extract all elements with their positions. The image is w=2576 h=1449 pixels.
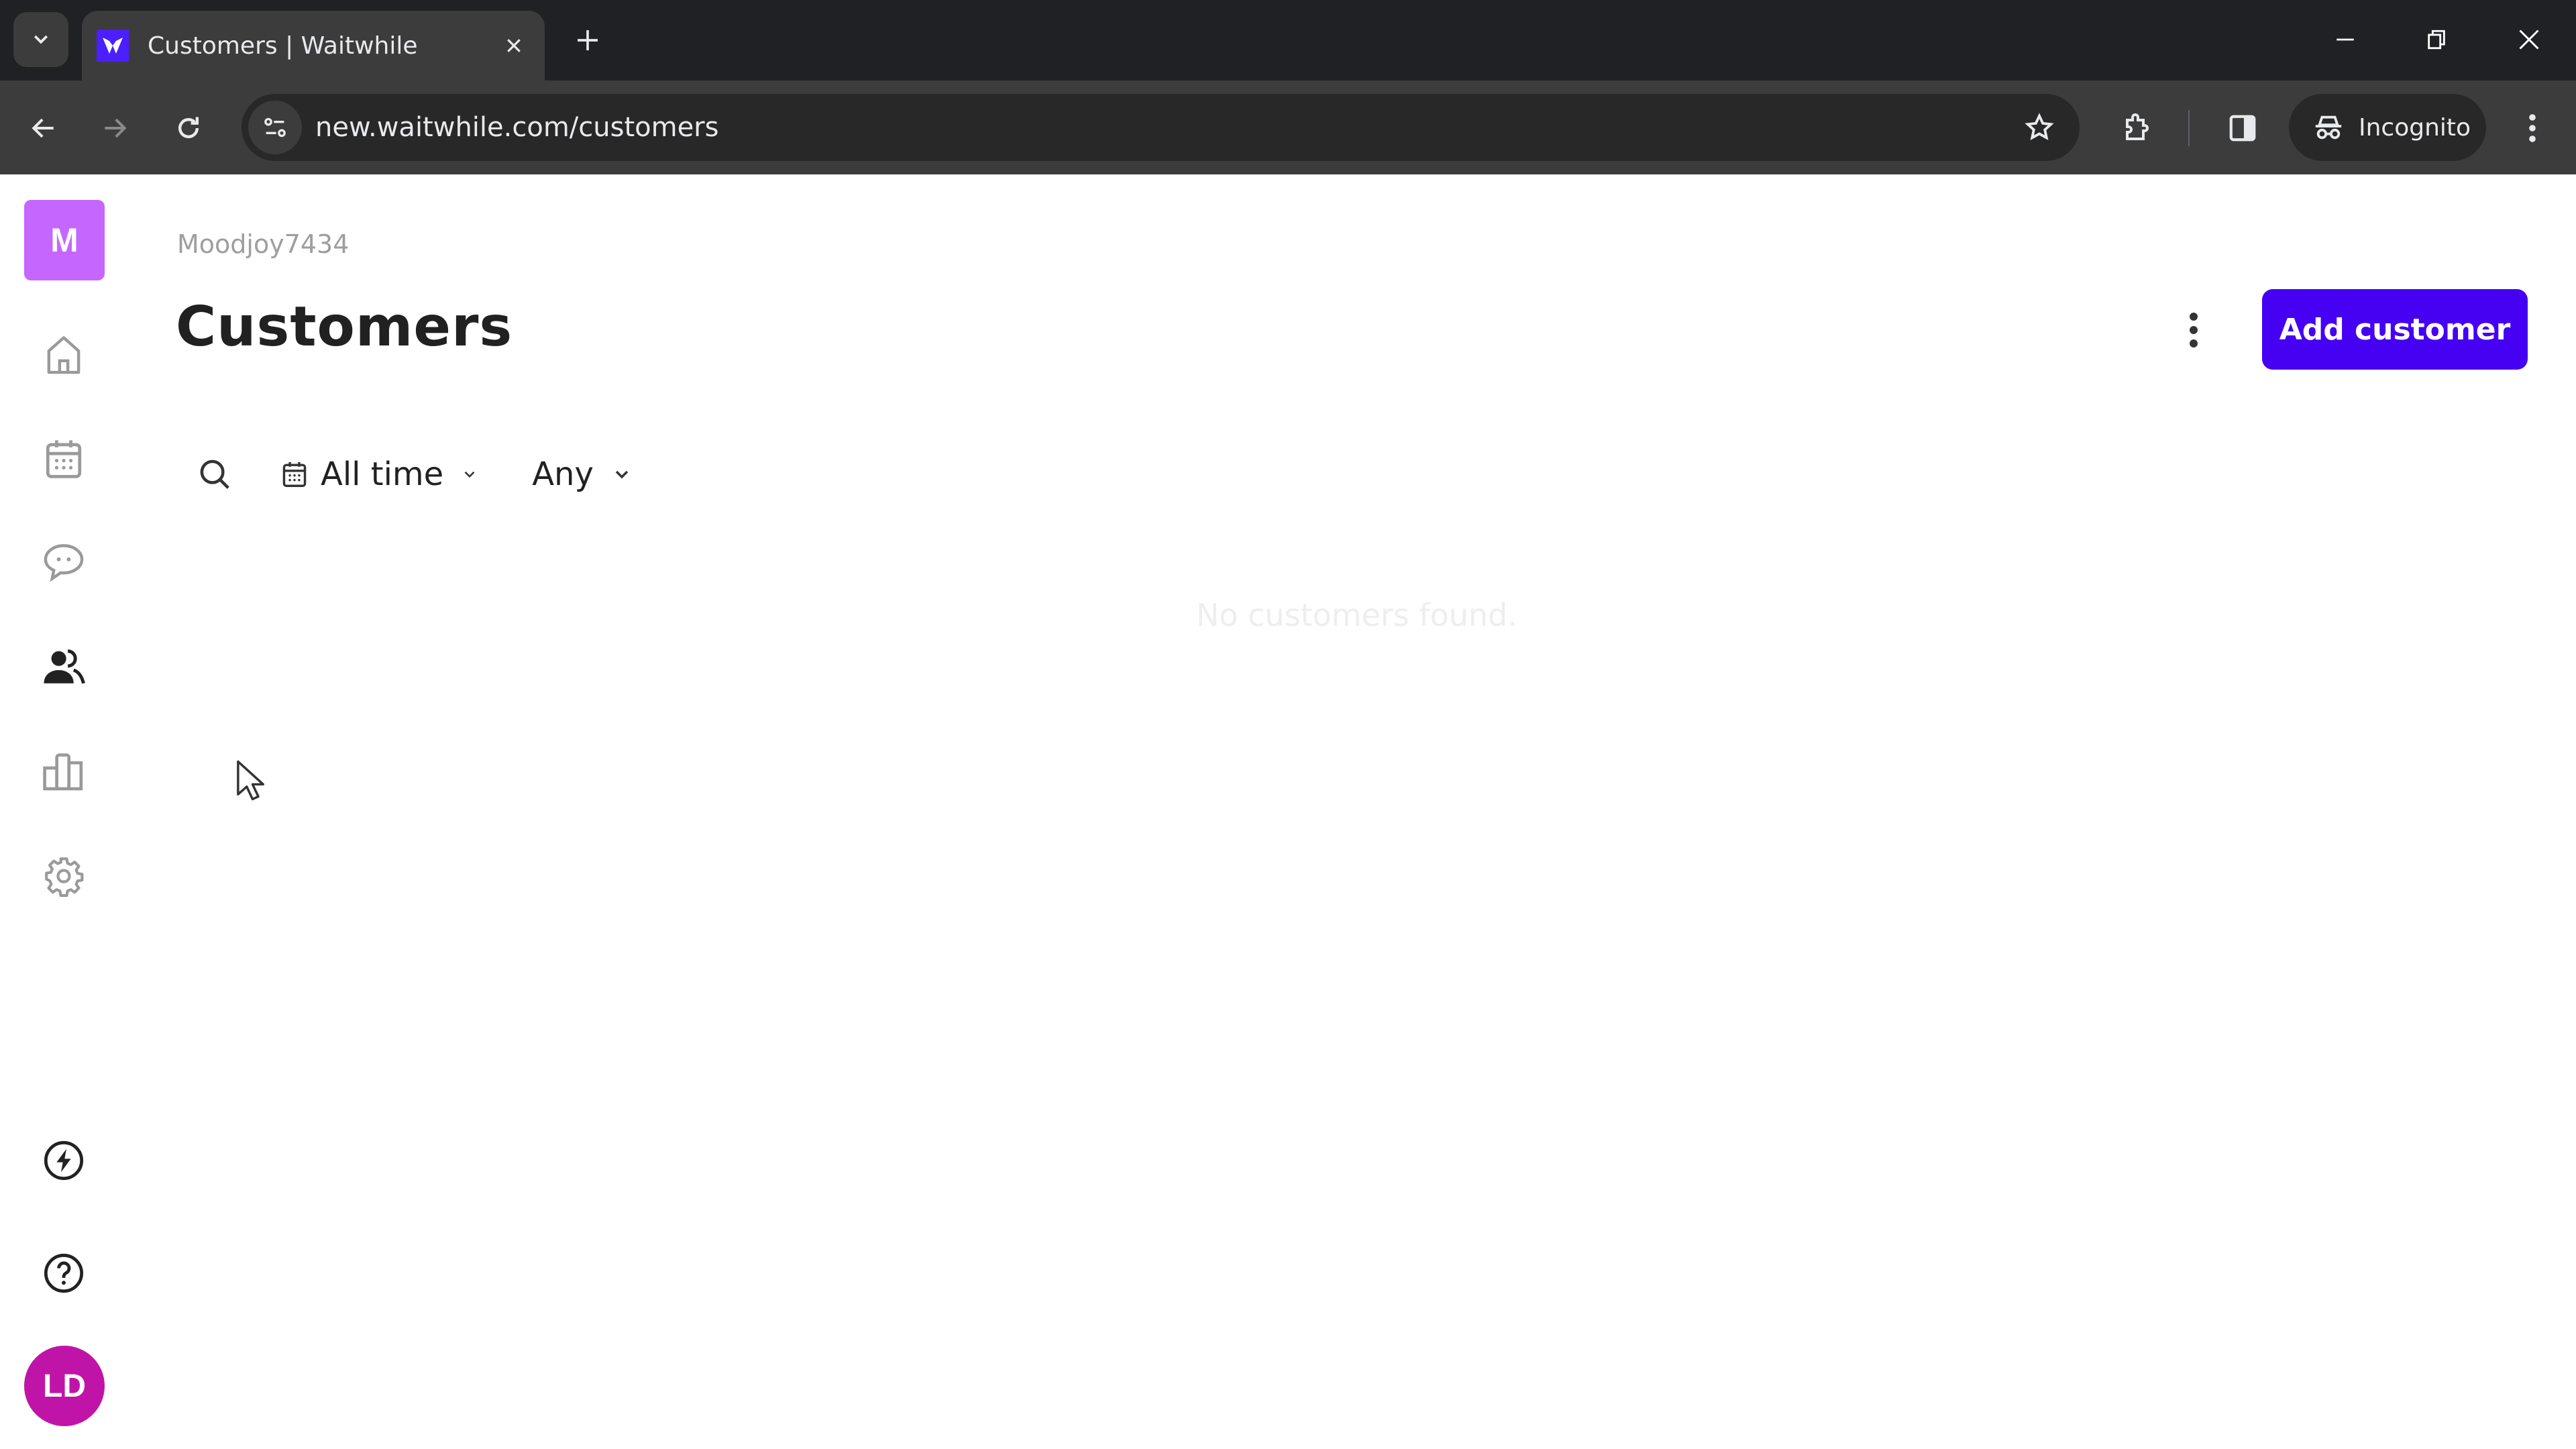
chevron-down-icon xyxy=(461,466,478,483)
sidebar-item-analytics[interactable] xyxy=(37,745,91,798)
date-range-filter[interactable]: All time xyxy=(282,447,478,501)
sidebar-item-settings[interactable] xyxy=(37,849,91,903)
browser-tab[interactable]: Customers | Waitwhile xyxy=(82,11,545,80)
site-info-icon xyxy=(264,117,286,138)
incognito-label: Incognito xyxy=(2359,113,2471,142)
org-logo[interactable]: M xyxy=(24,200,105,280)
whats-new-button[interactable] xyxy=(37,1134,91,1187)
page-title: Customers xyxy=(176,295,513,359)
new-tab-icon xyxy=(578,30,598,50)
bookmark-star-icon xyxy=(2025,113,2054,141)
search-button[interactable] xyxy=(188,447,241,501)
chevron-down-icon xyxy=(611,464,633,485)
browser-menu-icon xyxy=(2529,114,2536,142)
more-options-button[interactable] xyxy=(2167,303,2220,357)
help-button[interactable] xyxy=(37,1246,91,1300)
forward-icon xyxy=(105,118,127,138)
sidebar-item-home[interactable] xyxy=(37,327,91,381)
restore-icon xyxy=(2428,30,2445,50)
sidebar-item-customers[interactable] xyxy=(37,640,91,694)
browser-menu-button[interactable] xyxy=(2509,105,2556,152)
back-icon xyxy=(32,118,54,138)
tab-title: Customers | Waitwhile xyxy=(148,32,418,60)
more-vertical-icon xyxy=(2190,313,2198,347)
minimize-button[interactable] xyxy=(2318,16,2372,63)
browser-tab-strip: Customers | Waitwhile xyxy=(0,0,2576,80)
bookmark-button[interactable] xyxy=(2019,107,2059,148)
user-avatar[interactable]: LD xyxy=(24,1346,105,1426)
chevron-down-icon xyxy=(34,35,48,44)
help-icon xyxy=(44,1253,84,1293)
gear-icon xyxy=(45,857,84,897)
browser-toolbar: new.waitwhile.com/customers Incognito xyxy=(0,80,2576,174)
extensions-icon xyxy=(2126,113,2149,140)
tab-search-button[interactable] xyxy=(13,12,68,67)
restore-button[interactable] xyxy=(2410,16,2463,63)
side-panel-icon xyxy=(2229,115,2256,142)
mouse-cursor-icon xyxy=(237,760,264,801)
back-button[interactable] xyxy=(20,105,67,152)
bar-chart-icon xyxy=(43,753,83,791)
minimize-icon xyxy=(2337,38,2354,41)
sidebar-item-calendar[interactable] xyxy=(37,432,91,486)
date-range-value: All time xyxy=(321,455,444,493)
app-root: M LD Moodjoy7434 Customers Add customer … xyxy=(0,176,2576,1449)
window-close-button[interactable] xyxy=(2502,16,2556,63)
forward-button[interactable] xyxy=(91,105,138,152)
status-filter-value: Any xyxy=(532,455,594,493)
empty-state-message: No customers found. xyxy=(1196,597,1517,633)
waitwhile-logo-icon xyxy=(97,30,129,62)
incognito-icon xyxy=(2315,115,2342,140)
url-text[interactable]: new.waitwhile.com/customers xyxy=(315,94,718,161)
side-panel-button[interactable] xyxy=(2219,105,2266,152)
main-content: Moodjoy7434 Customers Add customer All t… xyxy=(127,176,2576,1449)
calendar-icon xyxy=(46,440,82,478)
lightning-icon xyxy=(44,1140,84,1181)
window-close-icon xyxy=(2519,30,2539,50)
reload-icon xyxy=(178,117,199,139)
incognito-indicator[interactable]: Incognito xyxy=(2289,94,2486,161)
address-bar[interactable]: new.waitwhile.com/customers xyxy=(241,94,2080,161)
status-filter[interactable]: Any xyxy=(532,447,633,501)
sidebar: M LD xyxy=(0,176,127,1449)
sidebar-item-messages[interactable] xyxy=(37,535,91,589)
extensions-button[interactable] xyxy=(2113,105,2160,152)
toolbar-divider xyxy=(2188,110,2190,146)
tab-close-button[interactable] xyxy=(495,27,533,64)
chat-icon xyxy=(44,544,84,582)
home-icon xyxy=(47,336,80,374)
filter-bar: All time Any xyxy=(188,444,633,504)
add-customer-button[interactable]: Add customer xyxy=(2262,289,2528,370)
reload-button[interactable] xyxy=(165,105,212,152)
calendar-icon xyxy=(282,460,307,488)
users-icon xyxy=(44,649,85,684)
site-info-button[interactable] xyxy=(248,101,302,154)
close-icon xyxy=(507,39,521,52)
new-tab-button[interactable] xyxy=(568,20,608,60)
search-icon xyxy=(200,460,229,489)
org-name: Moodjoy7434 xyxy=(177,229,350,259)
